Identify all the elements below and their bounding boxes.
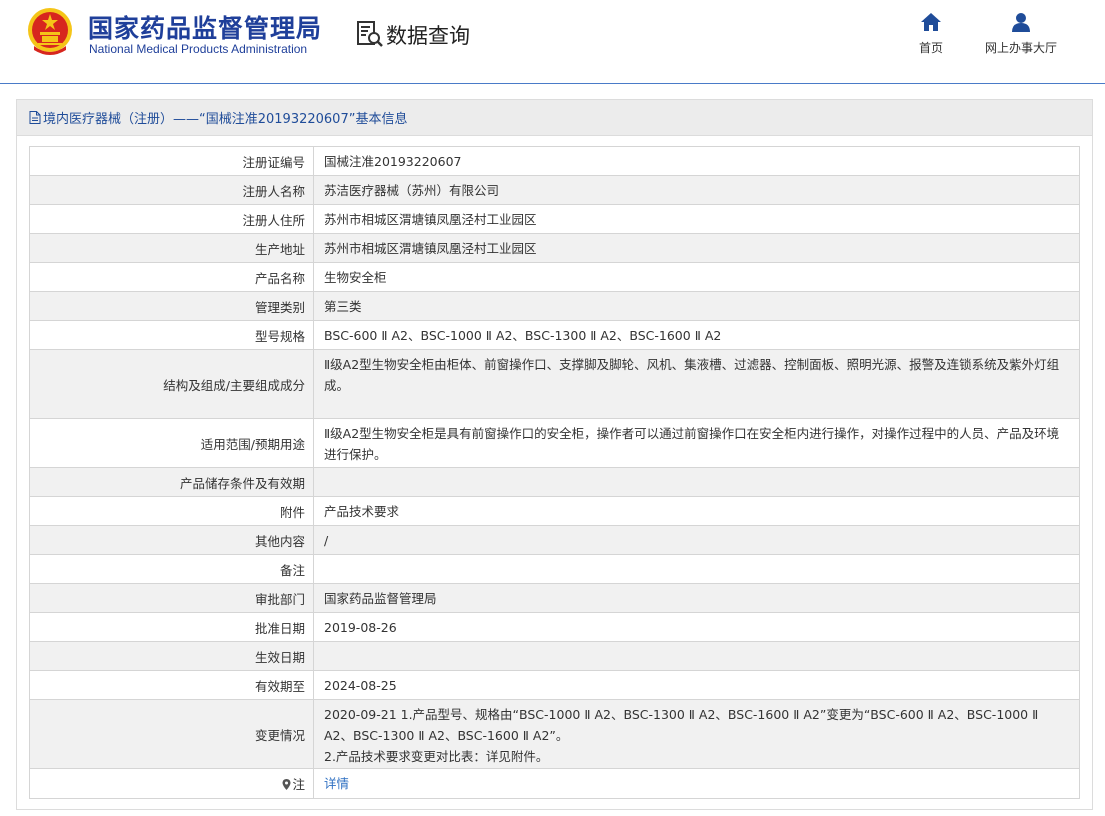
detail-panel: 境内医疗器械（注册）——“国械注准20193220607”基本信息 注册证编号国… bbox=[16, 99, 1093, 810]
site-header: 国家药品监督管理局 National Medical Products Admi… bbox=[0, 0, 1105, 84]
row-value-text: 产品技术要求 bbox=[324, 503, 400, 519]
row-value: 苏州市相城区渭塘镇凤凰泾村工业园区 bbox=[313, 233, 1080, 263]
row-value-text: 国械注准20193220607 bbox=[324, 153, 462, 169]
org-name-cn: 国家药品监督管理局 bbox=[88, 14, 323, 43]
section-title: 数据查询 bbox=[386, 24, 470, 48]
row-value bbox=[313, 554, 1080, 584]
data-query-icon bbox=[357, 21, 383, 47]
org-name-en: National Medical Products Administration bbox=[89, 42, 308, 56]
row-label: 备注 bbox=[29, 554, 314, 584]
table-row-note: 注 详情 bbox=[29, 768, 1080, 799]
document-icon bbox=[29, 111, 41, 124]
table-row: 其他内容 / bbox=[29, 525, 1080, 555]
row-label: 附件 bbox=[29, 496, 314, 526]
row-value: / bbox=[313, 525, 1080, 555]
row-value bbox=[313, 641, 1080, 671]
row-label: 生产地址 bbox=[29, 233, 314, 263]
row-label: 注册证编号 bbox=[29, 146, 314, 176]
row-label: 产品储存条件及有效期 bbox=[29, 467, 314, 497]
row-label: 批准日期 bbox=[29, 612, 314, 642]
row-value-text: 苏州市相城区渭塘镇凤凰泾村工业园区 bbox=[324, 240, 537, 256]
panel-title: 境内医疗器械（注册）——“国械注准20193220607”基本信息 bbox=[43, 112, 408, 127]
table-row: 型号规格 BSC-600 Ⅱ A2、BSC-1000 Ⅱ A2、BSC-1300 … bbox=[29, 320, 1080, 350]
row-label: 结构及组成/主要组成成分 bbox=[29, 349, 314, 419]
table-row: 产品储存条件及有效期 bbox=[29, 467, 1080, 497]
row-value-text: 2024-08-25 bbox=[324, 677, 397, 693]
row-label: 适用范围/预期用途 bbox=[29, 418, 314, 468]
row-value: Ⅱ级A2型生物安全柜是具有前窗操作口的安全柜，操作者可以通过前窗操作口在安全柜内… bbox=[313, 418, 1080, 468]
panel-header: 境内医疗器械（注册）——“国械注准20193220607”基本信息 bbox=[17, 100, 1092, 136]
table-row: 适用范围/预期用途 Ⅱ级A2型生物安全柜是具有前窗操作口的安全柜，操作者可以通过前… bbox=[29, 418, 1080, 468]
row-label: 审批部门 bbox=[29, 583, 314, 613]
row-value: Ⅱ级A2型生物安全柜由柜体、前窗操作口、支撑脚及脚轮、风机、集液槽、过滤器、控制… bbox=[313, 349, 1080, 419]
row-label: 型号规格 bbox=[29, 320, 314, 350]
table-row: 管理类别 第三类 bbox=[29, 291, 1080, 321]
nav-online-hall-label: 网上办事大厅 bbox=[984, 41, 1057, 55]
nav-home[interactable]: 首页 bbox=[910, 12, 952, 56]
national-emblem-icon bbox=[28, 8, 72, 55]
table-row: 注册人名称 苏洁医疗器械（苏州）有限公司 bbox=[29, 175, 1080, 205]
row-value-text: Ⅱ级A2型生物安全柜由柜体、前窗操作口、支撑脚及脚轮、风机、集液槽、过滤器、控制… bbox=[324, 357, 1060, 393]
row-label: 管理类别 bbox=[29, 291, 314, 321]
row-value: 详情 bbox=[313, 768, 1080, 799]
row-value: 苏州市相城区渭塘镇凤凰泾村工业园区 bbox=[313, 204, 1080, 234]
home-icon bbox=[921, 13, 941, 31]
table-row: 附件 产品技术要求 bbox=[29, 496, 1080, 526]
row-value-text: 第三类 bbox=[324, 298, 362, 314]
row-value: 产品技术要求 bbox=[313, 496, 1080, 526]
table-row: 注册证编号 国械注准20193220607 bbox=[29, 146, 1080, 176]
row-value-text: 苏洁医疗器械（苏州）有限公司 bbox=[324, 182, 500, 198]
row-label: 注册人住所 bbox=[29, 204, 314, 234]
row-label: 其他内容 bbox=[29, 525, 314, 555]
row-value: 2019-08-26 bbox=[313, 612, 1080, 642]
table-row: 变更情况 2020-09-21 1.产品型号、规格由“BSC-1000 Ⅱ A2、… bbox=[29, 699, 1080, 769]
note-label: 注 bbox=[292, 777, 305, 792]
table-row: 审批部门 国家药品监督管理局 bbox=[29, 583, 1080, 613]
row-value: 第三类 bbox=[313, 291, 1080, 321]
row-label: 注册人名称 bbox=[29, 175, 314, 205]
table-row: 注册人住所 苏州市相城区渭塘镇凤凰泾村工业园区 bbox=[29, 204, 1080, 234]
nav-online-hall[interactable]: 网上办事大厅 bbox=[976, 12, 1066, 56]
info-table: 注册证编号 国械注准20193220607 注册人名称 苏洁医疗器械（苏州）有限公司注… bbox=[29, 146, 1080, 799]
table-row: 结构及组成/主要组成成分 Ⅱ级A2型生物安全柜由柜体、前窗操作口、支撑脚及脚轮、风… bbox=[29, 349, 1080, 419]
detail-link[interactable]: 详情 bbox=[324, 776, 349, 791]
table-row: 生效日期 bbox=[29, 641, 1080, 671]
row-value-text: 2020-09-21 1.产品型号、规格由“BSC-1000 Ⅱ A2、BSC-… bbox=[324, 707, 1039, 764]
row-value-text: / bbox=[324, 532, 329, 548]
row-value: 2024-08-25 bbox=[313, 670, 1080, 700]
user-icon bbox=[1012, 13, 1030, 32]
row-label: 注 bbox=[29, 768, 314, 799]
row-value: BSC-600 Ⅱ A2、BSC-1000 Ⅱ A2、BSC-1300 Ⅱ A2… bbox=[313, 320, 1080, 350]
row-value-text: BSC-600 Ⅱ A2、BSC-1000 Ⅱ A2、BSC-1300 Ⅱ A2… bbox=[324, 327, 722, 343]
row-value-text: 苏州市相城区渭塘镇凤凰泾村工业园区 bbox=[324, 211, 537, 227]
row-label: 变更情况 bbox=[29, 699, 314, 769]
pin-icon bbox=[282, 779, 291, 790]
table-row: 备注 bbox=[29, 554, 1080, 584]
row-value-text: 国家药品监督管理局 bbox=[324, 590, 437, 606]
table-row: 有效期至 2024-08-25 bbox=[29, 670, 1080, 700]
row-value-text: 生物安全柜 bbox=[324, 269, 387, 285]
row-value-text: 2019-08-26 bbox=[324, 619, 397, 635]
nav-home-label: 首页 bbox=[918, 41, 943, 55]
table-row: 产品名称 生物安全柜 bbox=[29, 262, 1080, 292]
row-value bbox=[313, 467, 1080, 497]
table-row: 生产地址 苏州市相城区渭塘镇凤凰泾村工业园区 bbox=[29, 233, 1080, 263]
row-value: 苏洁医疗器械（苏州）有限公司 bbox=[313, 175, 1080, 205]
row-value: 生物安全柜 bbox=[313, 262, 1080, 292]
row-value: 国械注准20193220607 bbox=[313, 146, 1080, 176]
row-value: 2020-09-21 1.产品型号、规格由“BSC-1000 Ⅱ A2、BSC-… bbox=[313, 699, 1080, 769]
row-label: 生效日期 bbox=[29, 641, 314, 671]
row-value: 国家药品监督管理局 bbox=[313, 583, 1080, 613]
row-label: 产品名称 bbox=[29, 262, 314, 292]
row-value-text: Ⅱ级A2型生物安全柜是具有前窗操作口的安全柜，操作者可以通过前窗操作口在安全柜内… bbox=[324, 426, 1060, 462]
row-label: 有效期至 bbox=[29, 670, 314, 700]
table-row: 批准日期 2019-08-26 bbox=[29, 612, 1080, 642]
